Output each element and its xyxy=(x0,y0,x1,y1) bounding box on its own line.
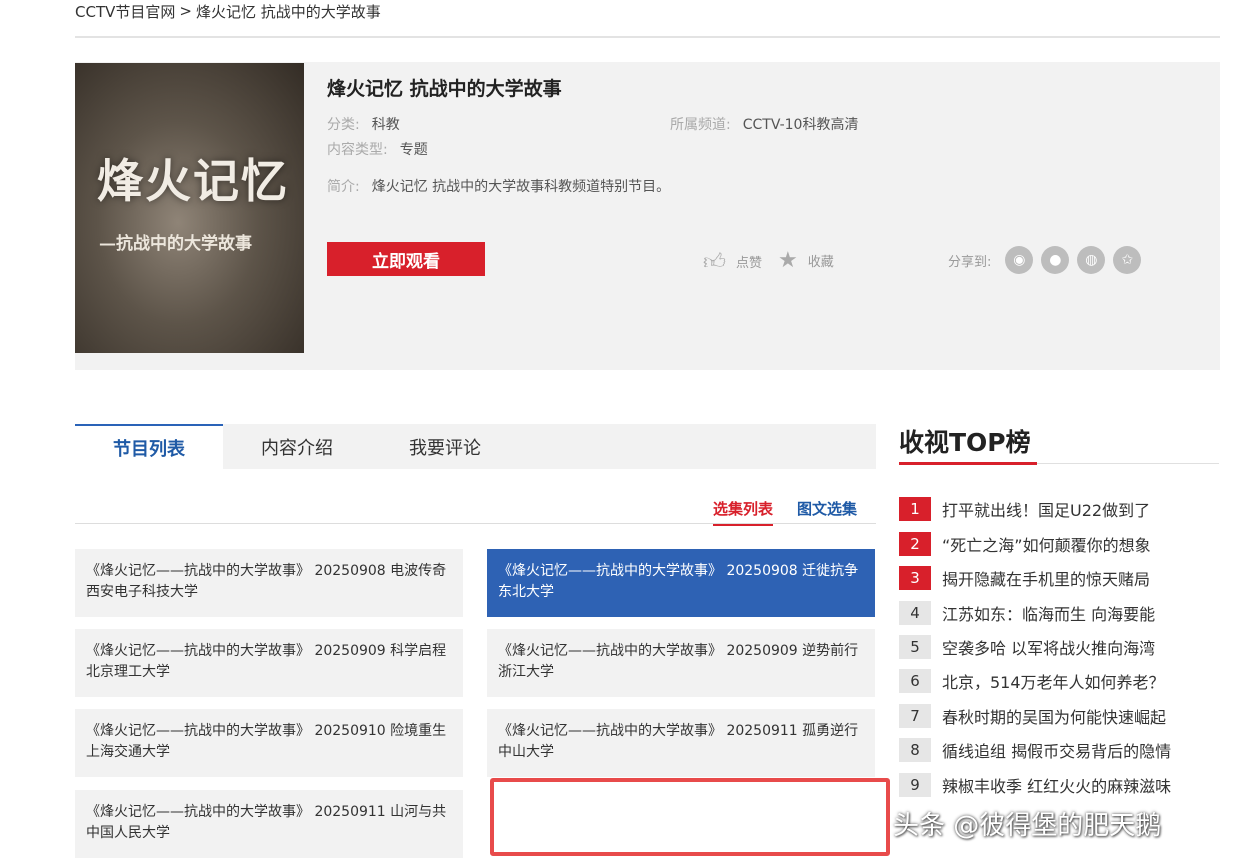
subtab-episode-list[interactable]: 选集列表 xyxy=(713,498,774,526)
rank-text: “死亡之海”如何颠覆你的想象 xyxy=(942,536,1151,555)
rank-number: 4 xyxy=(899,601,931,625)
breadcrumb: CCTV节目官网 > 烽火记忆 抗战中的大学故事 xyxy=(75,0,381,22)
like-label: 点赞 xyxy=(736,256,763,271)
program-poster[interactable]: 烽火记忆 —抗战中的大学故事 xyxy=(75,63,304,353)
type-value: 专题 xyxy=(399,142,428,158)
tab-comment[interactable]: 我要评论 xyxy=(371,424,519,469)
share-bar: 分享到: ◉ ● ◍ ✩ xyxy=(948,246,1142,274)
rank-number: 6 xyxy=(899,669,931,693)
tab-content-intro[interactable]: 内容介绍 xyxy=(223,424,371,469)
rank-text: 春秋时期的吴国为何能快速崛起 xyxy=(942,708,1167,727)
ranking-item[interactable]: 2 “死亡之海”如何颠覆你的想象 xyxy=(899,532,1219,556)
rank-number: 5 xyxy=(899,635,931,659)
rank-text: 北京，514万老年人如何养老？ xyxy=(942,673,1165,692)
rank-text: 空袭多哈 以军将战火推向海湾 xyxy=(942,639,1156,658)
ranking-item[interactable]: 3 揭开隐藏在手机里的惊天赌局 xyxy=(899,566,1219,590)
ranking-item[interactable]: 4 江苏如东：临海而生 向海要能 xyxy=(899,601,1219,625)
intro-label: 简介: xyxy=(327,179,360,195)
rank-number: 2 xyxy=(899,532,931,556)
episode-divider xyxy=(75,523,876,524)
rank-text: 循线追组 揭假币交易背后的隐情 xyxy=(942,742,1172,761)
ranking-item[interactable]: 5 空袭多哈 以军将战火推向海湾 xyxy=(899,635,1219,659)
top-divider xyxy=(75,36,1220,38)
weibo-icon[interactable]: ◉ xyxy=(1005,246,1034,274)
program-title: 烽火记忆 抗战中的大学故事 xyxy=(327,78,562,100)
episode-item[interactable]: 《烽火记忆——抗战中的大学故事》 20250911 孤勇逆行 中山大学 xyxy=(487,709,875,777)
star-icon: ★ xyxy=(778,248,798,273)
category-label: 分类: xyxy=(327,117,360,133)
rank-number: 1 xyxy=(899,497,931,521)
watch-now-button[interactable]: 立即观看 xyxy=(327,242,485,276)
ranking-item[interactable]: 1 打平就出线！国足U22做到了 xyxy=(899,497,1219,521)
intro-text: 烽火记忆 抗战中的大学故事科教频道特别节目。 xyxy=(371,179,671,195)
rank-number: 8 xyxy=(899,738,931,762)
episode-item[interactable]: 《烽火记忆——抗战中的大学故事》 20250911 山河与共 中国人民大学 xyxy=(75,790,463,858)
subtab-graphic-episodes[interactable]: 图文选集 xyxy=(797,498,857,526)
thumbs-up-icon: 👍︎ xyxy=(703,250,726,275)
tab-program-list[interactable]: 节目列表 xyxy=(75,424,223,469)
episode-item[interactable]: 《烽火记忆——抗战中的大学故事》 20250909 科学启程 北京理工大学 xyxy=(75,629,463,697)
type-label: 内容类型: xyxy=(327,142,388,158)
rank-text: 辣椒丰收季 红红火火的麻辣滋味 xyxy=(942,777,1172,796)
ranking-item[interactable]: 6 北京，514万老年人如何养老？ xyxy=(899,669,1219,693)
rank-text: 江苏如东：临海而生 向海要能 xyxy=(942,605,1156,624)
ranking-title: 收视TOP榜 xyxy=(899,428,1031,457)
qzone-icon[interactable]: ✩ xyxy=(1113,246,1142,274)
ranking-item[interactable]: 9 辣椒丰收季 红红火火的麻辣滋味 xyxy=(899,773,1219,797)
like-button[interactable]: 👍︎ 点赞 xyxy=(703,248,762,275)
episode-item[interactable]: 《烽火记忆——抗战中的大学故事》 20250910 险境重生 上海交通大学 xyxy=(75,709,463,777)
source-watermark: 头条 @彼得堡的肥天鹅 xyxy=(893,811,1162,841)
category-value: 科教 xyxy=(371,117,400,133)
episode-item[interactable]: 《烽火记忆——抗战中的大学故事》 20250908 电波传奇 西安电子科技大学 xyxy=(75,549,463,617)
breadcrumb-home-link[interactable]: CCTV节目官网 xyxy=(75,1,175,22)
program-info-panel: 烽火记忆 —抗战中的大学故事 烽火记忆 抗战中的大学故事 分类: 科教 所属频道:… xyxy=(75,62,1220,370)
wechat-icon[interactable]: ◍ xyxy=(1077,246,1106,274)
rank-number: 9 xyxy=(899,773,931,797)
poster-title: 烽火记忆 xyxy=(97,154,289,208)
ranking-item[interactable]: 7 春秋时期的吴国为何能快速崛起 xyxy=(899,704,1219,728)
program-category: 分类: 科教 xyxy=(327,114,400,134)
rank-number: 7 xyxy=(899,704,931,728)
ranking-title-underline xyxy=(899,462,1037,465)
empty-highlighted-slot xyxy=(490,778,890,856)
breadcrumb-current: 烽火记忆 抗战中的大学故事 xyxy=(195,2,381,21)
program-channel: 所属频道: CCTV-10科教高清 xyxy=(670,114,858,134)
channel-label: 所属频道: xyxy=(670,117,731,133)
rank-text: 揭开隐藏在手机里的惊天赌局 xyxy=(942,570,1151,589)
episode-item-active[interactable]: 《烽火记忆——抗战中的大学故事》 20250908 迁徙抗争 东北大学 xyxy=(487,549,875,617)
poster-subtitle: —抗战中的大学故事 xyxy=(99,234,252,254)
favorite-label: 收藏 xyxy=(807,255,834,270)
rank-text: 打平就出线！国足U22做到了 xyxy=(942,501,1151,520)
program-type: 内容类型: 专题 xyxy=(327,139,428,159)
episode-item[interactable]: 《烽火记忆——抗战中的大学故事》 20250909 逆势前行 浙江大学 xyxy=(487,629,875,697)
channel-value: CCTV-10科教高清 xyxy=(742,117,859,133)
share-label: 分享到: xyxy=(948,254,992,270)
episode-view-switch: 选集列表 图文选集 xyxy=(713,498,857,526)
breadcrumb-separator: > xyxy=(179,2,192,20)
program-intro: 简介: 烽火记忆 抗战中的大学故事科教频道特别节目。 xyxy=(327,176,670,196)
favorite-button[interactable]: ★ 收藏 xyxy=(778,248,834,273)
content-tabs: 节目列表 内容介绍 我要评论 xyxy=(75,424,876,469)
qq-icon[interactable]: ● xyxy=(1041,246,1070,274)
rank-number: 3 xyxy=(899,566,931,590)
ranking-item[interactable]: 8 循线追组 揭假币交易背后的隐情 xyxy=(899,738,1219,762)
